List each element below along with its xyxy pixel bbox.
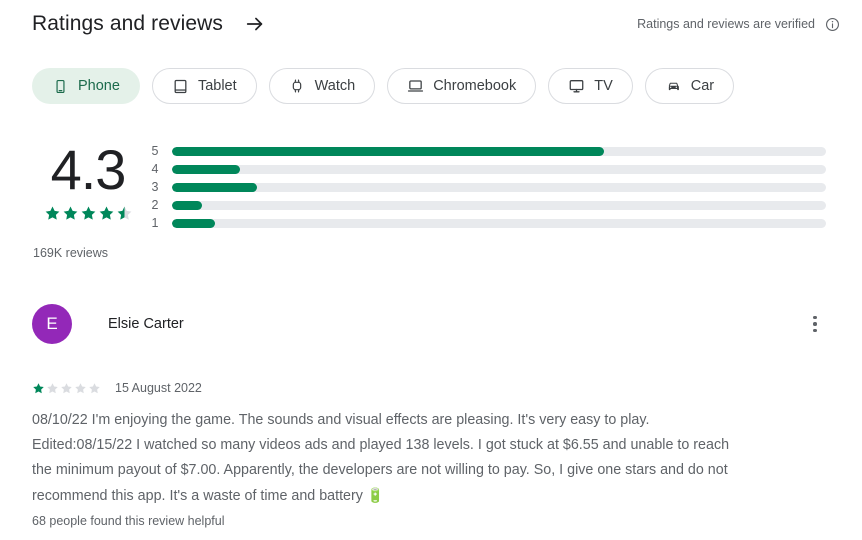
star-icon [45, 206, 59, 220]
star-icon [63, 206, 77, 220]
chip-tv[interactable]: TV [548, 68, 633, 104]
device-filter-chips: Phone Tablet Watch Chromebook TV Car [32, 68, 735, 104]
chip-car[interactable]: Car [644, 68, 735, 104]
review-header: E Elsie Carter [32, 300, 862, 348]
histogram-track-2 [172, 200, 826, 210]
star-half-icon [117, 206, 131, 220]
tv-icon [568, 78, 585, 95]
histogram-row-2[interactable]: 2 [144, 196, 828, 214]
star-icon [47, 382, 58, 393]
histogram-track-5 [172, 146, 826, 156]
arrow-right-icon[interactable] [243, 12, 267, 36]
histogram-fill-3 [172, 182, 258, 192]
star-icon [81, 206, 95, 220]
histogram-row-1[interactable]: 1 [144, 214, 828, 232]
histogram-track-4 [172, 164, 826, 174]
rating-summary: 4.3 [32, 138, 144, 222]
histogram-row-3[interactable]: 3 [144, 178, 828, 196]
review-text: 08/10/22 I'm enjoying the game. The soun… [32, 408, 832, 509]
review-rating-stars [32, 382, 101, 395]
histogram-row-4[interactable]: 4 [144, 160, 828, 178]
chip-tablet[interactable]: Tablet [151, 68, 257, 104]
review-text-line-1: 08/10/22 I'm enjoying the game. The soun… [32, 412, 650, 428]
verified-notice: Ratings and reviews are verified [637, 16, 840, 32]
chip-chromebook[interactable]: Chromebook [387, 68, 537, 104]
laptop-icon [407, 78, 424, 95]
histogram-fill-1 [172, 218, 216, 228]
histogram-label-2: 2 [151, 198, 159, 212]
histogram-label-1: 1 [151, 216, 159, 230]
info-icon[interactable] [824, 16, 840, 32]
review-meta: 15 August 2022 [32, 381, 202, 395]
histogram-label-3: 3 [151, 180, 159, 194]
reviewer-name: Elsie Carter [108, 316, 184, 332]
page-title: Ratings and reviews [32, 12, 223, 35]
star-icon [61, 382, 72, 393]
chip-tv-label: TV [594, 78, 613, 94]
chip-watch-label: Watch [314, 78, 356, 94]
star-icon [33, 382, 44, 393]
page-header: Ratings and reviews Ratings and reviews … [0, 0, 862, 48]
histogram-label-5: 5 [151, 144, 159, 158]
histogram-row-5[interactable]: 5 [144, 142, 828, 160]
avatar: E [32, 304, 72, 344]
star-icon [99, 206, 113, 220]
chip-chromebook-label: Chromebook [433, 78, 517, 94]
histogram-label-4: 4 [151, 162, 159, 176]
battery-icon: 🔋 [366, 487, 385, 503]
histogram-fill-5 [172, 146, 604, 156]
car-icon [665, 78, 682, 95]
average-rating-value: 4.3 [50, 138, 127, 201]
review-card: E Elsie Carter 15 August 2022 08/10/22 I… [0, 300, 862, 528]
rating-histogram: 5 4 3 2 1 [144, 142, 828, 232]
average-rating-stars [32, 204, 144, 222]
header-left-group: Ratings and reviews [32, 12, 267, 36]
watch-icon [289, 78, 306, 95]
review-text-line-4-text: recommend this app. It's a waste of time… [32, 488, 363, 504]
histogram-track-1 [172, 218, 826, 228]
chip-watch[interactable]: Watch [268, 68, 376, 104]
review-text-line-2: Edited:08/15/22 I watched so many videos… [32, 437, 730, 453]
chip-phone-label: Phone [78, 78, 120, 94]
chip-phone[interactable]: Phone [32, 68, 140, 104]
helpful-count: 68 people found this review helpful [32, 514, 225, 528]
histogram-fill-4 [172, 164, 241, 174]
tablet-icon [172, 78, 189, 95]
chip-car-label: Car [690, 78, 715, 94]
phone-icon [52, 78, 69, 95]
more-vert-icon[interactable] [799, 308, 831, 340]
review-count: 169K reviews [33, 246, 109, 260]
star-icon [89, 382, 100, 393]
review-text-line-3: the minimum payout of $7.00. Apparently,… [32, 462, 728, 478]
review-date: 15 August 2022 [115, 381, 202, 395]
star-icon [75, 382, 86, 393]
verified-label: Ratings and reviews are verified [637, 17, 815, 31]
histogram-fill-2 [172, 200, 203, 210]
histogram-track-3 [172, 182, 826, 192]
review-text-line-4: recommend this app. It's a waste of time… [32, 483, 832, 509]
chip-tablet-label: Tablet [197, 78, 237, 94]
